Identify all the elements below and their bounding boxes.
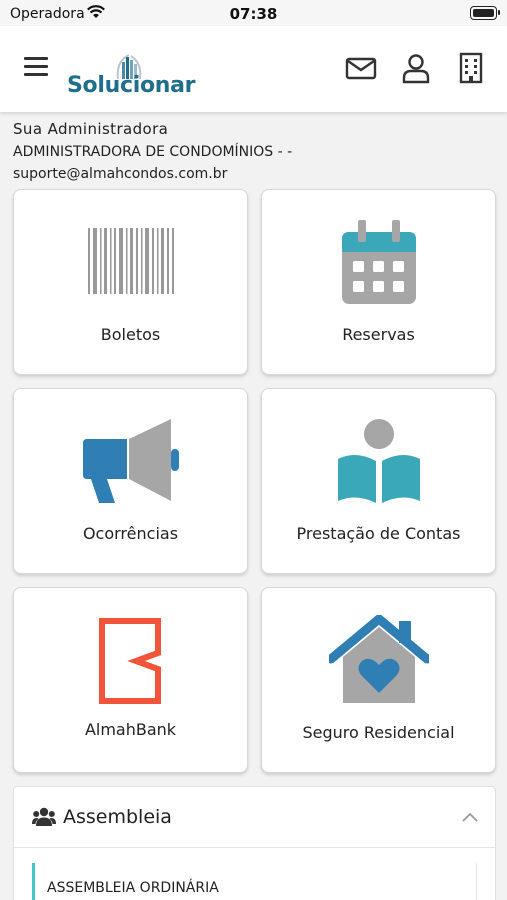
assembleia-panel: Assembleia ASSEMBLEIA ORDINÁRIA xyxy=(13,786,496,900)
admin-name: ADMINISTRADORA DE CONDOMÍNIOS - - xyxy=(13,144,293,160)
tile-reservas[interactable]: Reservas xyxy=(261,189,496,375)
chevron-up-icon[interactable] xyxy=(461,811,479,823)
admin-email[interactable]: suporte@almahcondos.com.br xyxy=(13,163,493,185)
menu-icon[interactable] xyxy=(24,57,48,79)
house-heart-icon xyxy=(328,615,429,703)
clock: 07:38 xyxy=(229,5,278,23)
admin-info: Sua Administradora ADMINISTRADORA DE CON… xyxy=(13,120,493,185)
barcode-icon xyxy=(87,228,174,294)
tile-boletos[interactable]: Boletos xyxy=(13,189,248,375)
calendar-icon xyxy=(341,220,416,304)
mail-icon[interactable] xyxy=(345,52,377,84)
tile-label: Ocorrências xyxy=(82,524,179,543)
megaphone-icon xyxy=(82,419,179,503)
tile-label: Seguro Residencial xyxy=(302,723,455,742)
users-icon xyxy=(32,807,56,826)
logo-text: Solucionar xyxy=(67,73,196,98)
admin-heading: Sua Administradora xyxy=(13,120,169,138)
reader-book-icon xyxy=(337,419,420,503)
app-logo: Solucionar xyxy=(67,53,202,103)
assembleia-header[interactable]: Assembleia xyxy=(14,787,495,848)
tile-label: Reservas xyxy=(342,325,415,344)
tile-label: AlmahBank xyxy=(84,720,177,739)
tile-label: Prestação de Contas xyxy=(296,524,461,543)
status-bar: Operadora 07:38 xyxy=(0,0,507,26)
user-icon[interactable] xyxy=(400,52,432,84)
assembleia-item[interactable]: ASSEMBLEIA ORDINÁRIA xyxy=(32,863,477,900)
building-icon[interactable] xyxy=(455,52,487,84)
tile-ocorrencias[interactable]: Ocorrências xyxy=(13,388,248,574)
tile-seguro-residencial[interactable]: Seguro Residencial xyxy=(261,587,496,773)
tile-prestacao-de-contas[interactable]: Prestação de Contas xyxy=(261,388,496,574)
assembleia-item-label: ASSEMBLEIA ORDINÁRIA xyxy=(47,880,219,896)
tile-almahbank[interactable]: AlmahBank xyxy=(13,587,248,773)
divider xyxy=(476,863,477,900)
tile-label: Boletos xyxy=(100,325,161,344)
top-navbar: Solucionar xyxy=(0,26,507,112)
battery-icon xyxy=(470,6,500,20)
assembleia-title: Assembleia xyxy=(63,806,172,828)
almahbank-logo-icon xyxy=(98,618,161,704)
